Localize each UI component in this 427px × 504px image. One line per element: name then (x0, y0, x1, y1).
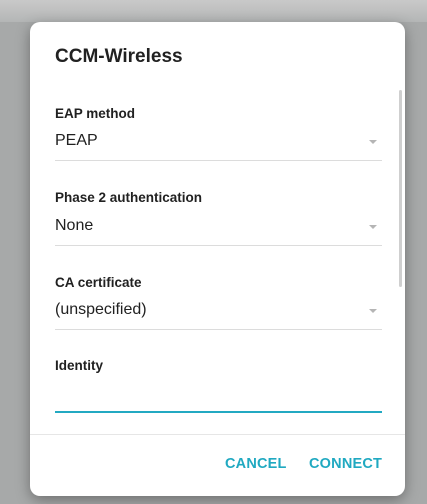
dropdown-arrow-icon (369, 225, 377, 229)
actions-divider (30, 434, 405, 435)
dropdown-arrow-icon (369, 309, 377, 313)
wifi-connect-dialog: CCM-Wireless EAP method PEAP Phase 2 aut… (30, 22, 405, 496)
ca-certificate-label: CA certificate (55, 275, 142, 290)
identity-label: Identity (55, 358, 104, 373)
eap-method-dropdown[interactable]: PEAP (55, 126, 382, 161)
phase2-auth-value: None (55, 217, 94, 234)
ca-certificate-value: (unspecified) (55, 301, 147, 318)
ca-certificate-dropdown[interactable]: (unspecified) (55, 295, 382, 330)
cancel-button[interactable]: CANCEL (225, 456, 287, 472)
phase2-auth-label: Phase 2 authentication (55, 190, 203, 205)
identity-input[interactable] (55, 387, 382, 413)
scrollbar-thumb[interactable] (399, 90, 402, 287)
eap-method-value: PEAP (55, 132, 98, 149)
dropdown-arrow-icon (369, 140, 377, 144)
connect-button[interactable]: CONNECT (309, 456, 382, 472)
dialog-title: CCM-Wireless (55, 46, 183, 67)
eap-method-label: EAP method (55, 106, 136, 121)
phase2-auth-dropdown[interactable]: None (55, 211, 382, 246)
background-app-bar (0, 0, 427, 22)
